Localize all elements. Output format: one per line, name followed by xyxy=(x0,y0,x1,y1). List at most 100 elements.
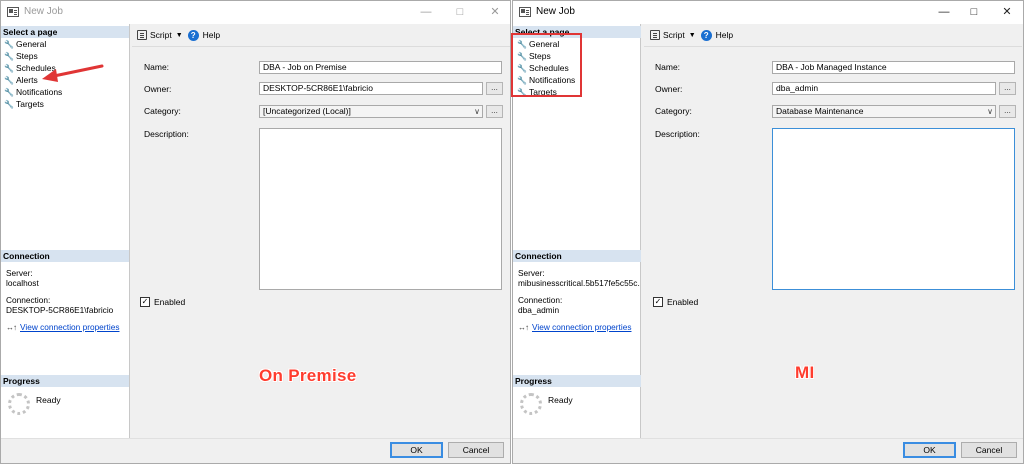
owner-input[interactable]: dba_admin xyxy=(772,82,996,95)
connection-header: Connection xyxy=(513,250,641,262)
script-button[interactable]: Script xyxy=(150,30,172,40)
page-label: Notifications xyxy=(16,87,63,97)
owner-input[interactable]: DESKTOP-5CR86E1\fabricio xyxy=(259,82,483,95)
new-job-window-managed-instance: New Job — □ ✕ Select a page 🔧 General 🔧 St… xyxy=(512,0,1024,464)
progress-spinner-icon xyxy=(520,393,542,415)
script-icon xyxy=(650,30,660,40)
chevron-down-icon: ∨ xyxy=(474,107,480,116)
wrench-icon: 🔧 xyxy=(4,51,14,61)
view-connection-properties-link[interactable]: View connection properties xyxy=(20,322,119,332)
progress-status: Ready xyxy=(548,395,573,405)
progress-header: Progress xyxy=(513,375,641,387)
window-title: New Job xyxy=(24,6,63,17)
category-select[interactable]: [Uncategorized (Local)] ∨ xyxy=(259,105,483,118)
script-icon xyxy=(137,30,147,40)
help-icon: ? xyxy=(700,29,712,41)
owner-label: Owner: xyxy=(144,84,172,94)
toolbar: Script ▼ ? Help xyxy=(650,24,733,46)
window-title: New Job xyxy=(536,6,575,17)
enabled-checkbox[interactable]: ✓ Enabled xyxy=(140,297,185,307)
toolbar-divider xyxy=(644,46,1022,47)
progress-status: Ready xyxy=(36,395,61,405)
app-icon xyxy=(519,7,531,17)
name-input[interactable]: DBA - Job Managed Instance xyxy=(772,61,1015,74)
name-label: Name: xyxy=(144,62,170,72)
category-browse-button[interactable]: ... xyxy=(486,105,503,118)
server-label: Server: xyxy=(518,268,545,278)
category-select[interactable]: Database Maintenance ∨ xyxy=(772,105,996,118)
category-browse-button[interactable]: ... xyxy=(999,105,1016,118)
cancel-button[interactable]: Cancel xyxy=(448,442,504,458)
annotation-mi: MI xyxy=(795,363,815,382)
connection-icon: ↔↑ xyxy=(518,322,529,332)
page-label: Steps xyxy=(16,51,38,61)
category-label: Category: xyxy=(655,106,692,116)
title-bar: New Job — □ ✕ xyxy=(513,1,1023,24)
help-button[interactable]: Help xyxy=(203,30,220,40)
connection-value: dba_admin xyxy=(518,305,560,315)
view-connection-properties-link[interactable]: View connection properties xyxy=(532,322,631,332)
script-button[interactable]: Script xyxy=(663,30,685,40)
owner-browse-button[interactable]: ... xyxy=(486,82,503,95)
left-pane: Select a page 🔧 General 🔧 Steps 🔧 Schedules… xyxy=(1,24,130,463)
checkmark-icon: ✓ xyxy=(653,297,663,307)
close-icon[interactable]: ✕ xyxy=(998,4,1016,20)
help-icon: ? xyxy=(187,29,199,41)
progress-header: Progress xyxy=(1,375,129,387)
wrench-icon: 🔧 xyxy=(4,75,14,85)
cancel-button[interactable]: Cancel xyxy=(961,442,1017,458)
annotation-arrow xyxy=(42,64,104,82)
annotation-highlight-box xyxy=(511,33,582,97)
description-label: Description: xyxy=(655,129,700,139)
progress-spinner-icon xyxy=(8,393,30,415)
select-page-header: Select a page xyxy=(1,26,129,38)
minimize-icon[interactable]: — xyxy=(935,4,953,20)
description-label: Description: xyxy=(144,129,189,139)
wrench-icon: 🔧 xyxy=(4,99,14,109)
server-value: mibusinesscritical.5b517fe5c55c.da xyxy=(518,279,640,288)
connection-icon: ↔↑ xyxy=(6,322,17,332)
chevron-down-icon[interactable]: ▼ xyxy=(176,32,183,39)
toolbar-divider xyxy=(132,46,510,47)
page-label: Alerts xyxy=(16,75,38,85)
chevron-down-icon[interactable]: ▼ xyxy=(689,32,696,39)
annotation-on-premise: On Premise xyxy=(259,366,357,385)
ok-button[interactable]: OK xyxy=(903,442,956,458)
minimize-icon[interactable]: — xyxy=(417,4,435,20)
page-item-notifications[interactable]: 🔧 Notifications xyxy=(4,86,62,98)
category-value: [Uncategorized (Local)] xyxy=(263,106,351,116)
page-label: General xyxy=(16,39,47,49)
view-connection-row: ↔↑ View connection properties xyxy=(518,322,631,332)
connection-value: DESKTOP-5CR86E1\fabricio xyxy=(6,305,114,315)
category-label: Category: xyxy=(144,106,181,116)
wrench-icon: 🔧 xyxy=(4,63,14,73)
owner-label: Owner: xyxy=(655,84,683,94)
enabled-checkbox[interactable]: ✓ Enabled xyxy=(653,297,698,307)
category-value: Database Maintenance xyxy=(776,106,864,116)
server-value: localhost xyxy=(6,278,39,288)
name-label: Name: xyxy=(655,62,681,72)
close-icon[interactable]: ✕ xyxy=(486,4,504,20)
title-bar: New Job — □ ✕ xyxy=(1,1,510,24)
name-input[interactable]: DBA - Job on Premise xyxy=(259,61,502,74)
description-textarea[interactable] xyxy=(772,128,1015,290)
maximize-icon[interactable]: □ xyxy=(451,4,469,20)
wrench-icon: 🔧 xyxy=(4,39,14,49)
description-textarea[interactable] xyxy=(259,128,502,290)
page-label: Targets xyxy=(16,99,44,109)
connection-header: Connection xyxy=(1,250,129,262)
enabled-label: Enabled xyxy=(667,297,699,307)
enabled-label: Enabled xyxy=(154,297,186,307)
owner-browse-button[interactable]: ... xyxy=(999,82,1016,95)
page-item-targets[interactable]: 🔧 Targets xyxy=(4,98,62,110)
maximize-icon[interactable]: □ xyxy=(965,4,983,20)
page-item-general[interactable]: 🔧 General xyxy=(4,38,62,50)
checkmark-icon: ✓ xyxy=(140,297,150,307)
ok-button[interactable]: OK xyxy=(390,442,443,458)
toolbar: Script ▼ ? Help xyxy=(137,24,220,46)
chevron-down-icon: ∨ xyxy=(987,107,993,116)
view-connection-row: ↔↑ View connection properties xyxy=(6,322,119,332)
wrench-icon: 🔧 xyxy=(4,87,14,97)
help-button[interactable]: Help xyxy=(716,30,733,40)
app-icon xyxy=(7,7,19,17)
